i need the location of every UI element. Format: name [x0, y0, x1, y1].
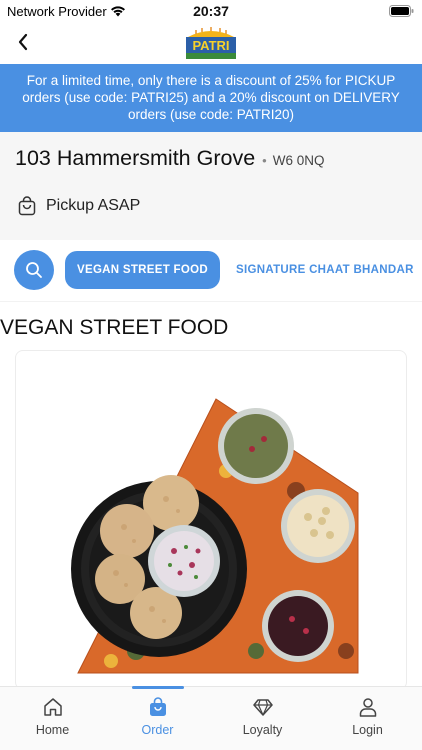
- tab-login-label: Login: [352, 723, 383, 737]
- bag-icon: [149, 697, 166, 716]
- tab-login[interactable]: Login: [315, 687, 420, 750]
- store-postcode: W6 0NQ: [272, 153, 325, 168]
- clock: 20:37: [193, 3, 229, 19]
- address-line: 103 Hammersmith Grove • W6 0NQ: [15, 146, 324, 171]
- product-card[interactable]: [15, 350, 407, 690]
- store-location: 103 Hammersmith Grove • W6 0NQ Pickup AS…: [0, 132, 422, 240]
- promo-banner: For a limited time, only there is a disc…: [0, 64, 422, 132]
- pickup-time-selector[interactable]: Pickup ASAP: [17, 196, 140, 216]
- shopping-bag-icon: [18, 196, 36, 216]
- diamond-icon: [252, 699, 273, 716]
- category-bar: VEGAN STREET FOOD SIGNATURE CHAAT BHANDA…: [0, 240, 422, 302]
- battery-icon: [389, 5, 414, 17]
- category-tab-signature-chaat-bhandar[interactable]: SIGNATURE CHAAT BHANDAR: [236, 251, 414, 289]
- search-button[interactable]: [14, 250, 54, 290]
- bottom-tab-bar: Home Order Loyalty Login: [0, 686, 422, 750]
- brand-logo: PATRI: [186, 27, 236, 59]
- search-icon: [26, 262, 42, 278]
- address-separator: •: [262, 153, 267, 168]
- pickup-label: Pickup ASAP: [46, 197, 141, 214]
- product-image: [71, 398, 359, 674]
- section-title: VEGAN STREET FOOD: [0, 316, 229, 339]
- tab-home-label: Home: [35, 723, 70, 737]
- active-tab-indicator: [132, 686, 184, 689]
- category-tab-vegan-street-food[interactable]: VEGAN STREET FOOD: [65, 251, 220, 289]
- store-address: 103 Hammersmith Grove: [15, 146, 256, 170]
- user-icon: [359, 698, 376, 717]
- tab-order-label: Order: [141, 723, 174, 737]
- tab-loyalty-label: Loyalty: [242, 723, 283, 737]
- chevron-left-icon: [18, 33, 28, 51]
- tab-loyalty[interactable]: Loyalty: [210, 687, 315, 750]
- tab-home[interactable]: Home: [0, 687, 105, 750]
- tab-order[interactable]: Order: [105, 686, 210, 750]
- back-button[interactable]: [10, 28, 36, 56]
- status-bar: Network Provider 20:37: [0, 0, 422, 22]
- nav-header: PATRI: [0, 22, 422, 64]
- home-icon: [43, 698, 62, 716]
- logo-text: PATRI: [192, 38, 229, 53]
